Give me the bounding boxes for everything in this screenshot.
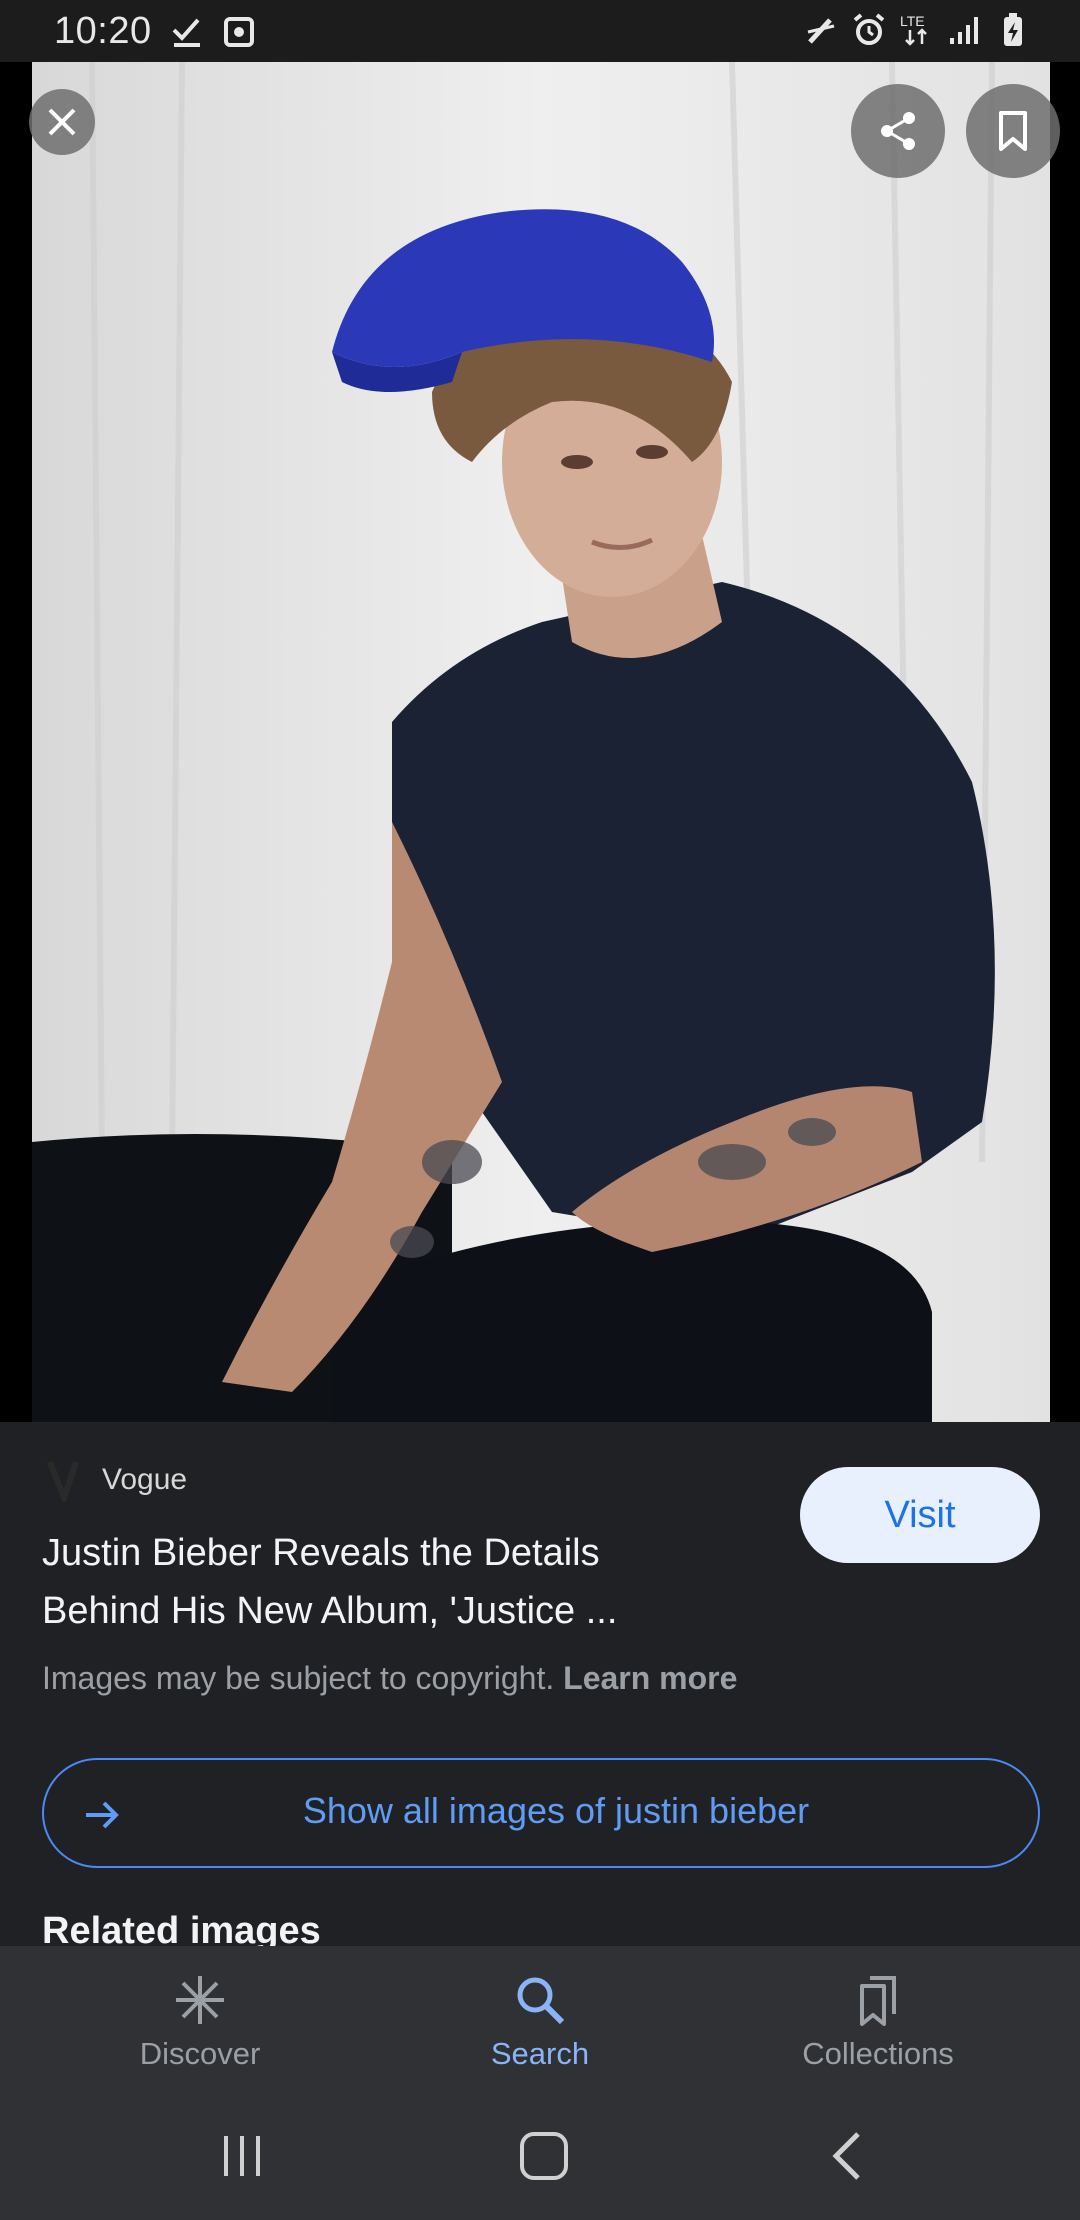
result-info-panel: Vogue Justin Bieber Reveals the Details … xyxy=(0,1422,1080,1952)
stylus-off-icon xyxy=(807,18,835,44)
status-bar: 10:20 LTE xyxy=(0,0,1080,62)
back-icon[interactable] xyxy=(818,2128,878,2184)
image-viewer-screen: 10:20 LTE Vogue Justin Bieber Reveals th… xyxy=(0,0,1080,2220)
search-icon xyxy=(517,1977,565,2025)
status-left-icons xyxy=(170,14,256,50)
visit-button[interactable]: Visit xyxy=(800,1467,1040,1563)
status-right-icons: LTE xyxy=(804,12,1030,48)
nav-discover[interactable]: Discover xyxy=(80,1972,320,2072)
status-time: 10:20 xyxy=(54,10,152,52)
close-button[interactable] xyxy=(29,89,95,155)
alarm-icon xyxy=(853,13,885,45)
svg-text:LTE: LTE xyxy=(900,13,925,29)
copyright-notice: Images may be subject to copyright. Lear… xyxy=(42,1660,737,1697)
system-navigation-bar xyxy=(0,2090,1080,2220)
source-name: Vogue xyxy=(102,1463,188,1496)
nav-discover-label: Discover xyxy=(139,2036,261,2071)
learn-more-link[interactable]: Learn more xyxy=(563,1660,737,1696)
download-done-icon xyxy=(172,18,200,47)
recent-apps-icon[interactable] xyxy=(212,2128,272,2184)
share-icon xyxy=(881,112,915,150)
save-to-collection-button[interactable] xyxy=(966,84,1060,178)
home-icon[interactable] xyxy=(514,2128,574,2184)
nav-collections-label: Collections xyxy=(802,2036,954,2071)
battery-charging-icon xyxy=(1004,13,1022,46)
share-button[interactable] xyxy=(851,84,945,178)
source-row[interactable]: Vogue xyxy=(44,1458,187,1502)
copyright-text: Images may be subject to copyright. xyxy=(42,1660,555,1696)
result-photo[interactable] xyxy=(32,62,1050,1422)
nav-search[interactable]: Search xyxy=(420,1972,660,2072)
signal-icon xyxy=(950,17,978,44)
asterisk-icon xyxy=(176,1976,224,2024)
person-photo-illustration xyxy=(32,62,1050,1422)
bottom-navigation: Discover Search Collections xyxy=(0,1946,1080,2090)
close-icon xyxy=(48,108,76,136)
show-all-images-button[interactable]: Show all images of justin bieber xyxy=(42,1758,1040,1868)
nav-search-label: Search xyxy=(490,2036,590,2071)
result-title[interactable]: Justin Bieber Reveals the Details Behind… xyxy=(42,1524,722,1640)
collections-icon xyxy=(860,1976,896,2026)
source-favicon-icon xyxy=(47,1460,79,1502)
image-viewer xyxy=(0,62,1080,1422)
show-all-images-label: Show all images of justin bieber xyxy=(302,1790,810,1831)
bookmark-icon xyxy=(999,111,1027,151)
screenshot-icon xyxy=(224,17,254,47)
nav-collections[interactable]: Collections xyxy=(758,1972,998,2072)
lte-icon: LTE xyxy=(900,13,927,46)
